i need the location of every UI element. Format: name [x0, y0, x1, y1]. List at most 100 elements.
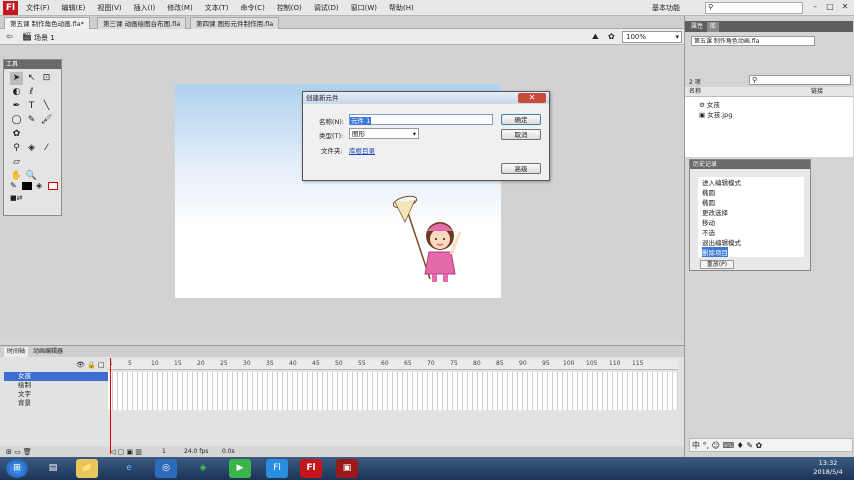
- layer-name: 绘制: [18, 381, 31, 389]
- new-layer-icon[interactable]: ⊞ ▭ 🗑: [6, 448, 32, 456]
- taskbar-app-icon[interactable]: ◈: [192, 459, 214, 478]
- free-transform-tool-icon[interactable]: ⊡: [40, 72, 53, 85]
- menu-window[interactable]: 窗口(W): [351, 3, 377, 13]
- minimize-button[interactable]: –: [808, 2, 822, 13]
- tab-doc-3[interactable]: 第四课 图形元件制作用.fla: [190, 17, 280, 29]
- taskbar-app-icon[interactable]: ▤: [42, 459, 64, 478]
- menu-help[interactable]: 帮助(H): [389, 3, 414, 13]
- tick-label: 50: [335, 360, 343, 367]
- library-root-link[interactable]: 库根目录: [349, 145, 375, 155]
- oval-tool-icon[interactable]: ◯: [10, 114, 23, 127]
- advanced-button[interactable]: 高级: [501, 163, 541, 174]
- history-item[interactable]: 椭圆: [702, 187, 715, 197]
- explorer-icon[interactable]: 📁: [76, 459, 98, 478]
- onion-skin-icon[interactable]: ◁ ▢ ▣ ▥: [110, 448, 142, 456]
- selection-tool-icon[interactable]: ➤: [10, 72, 23, 85]
- menu-debug[interactable]: 调试(D): [314, 3, 339, 13]
- 3d-rotation-tool-icon[interactable]: ◐: [10, 86, 23, 99]
- menu-command[interactable]: 命令(C): [240, 3, 264, 13]
- history-item[interactable]: 更改选择: [702, 207, 728, 217]
- flash-taskbar-icon[interactable]: Fl: [300, 459, 322, 478]
- menu-file[interactable]: 文件(F): [26, 3, 50, 13]
- frame-rate: 24.0 fps: [184, 448, 209, 455]
- ime-toolbar[interactable]: 中 °, ☺ ⌨ ♦ ✎ ✿: [689, 438, 853, 452]
- layer-row-background[interactable]: 背景: [4, 399, 108, 408]
- library-search-input[interactable]: ⚲: [749, 75, 851, 85]
- ok-button[interactable]: 确定: [501, 114, 541, 125]
- layer-visibility-icons[interactable]: 👁 🔒 □: [76, 361, 105, 369]
- cancel-button[interactable]: 取消: [501, 129, 541, 140]
- tab-doc-1[interactable]: 第五课 制作角色动画.fla*: [4, 17, 90, 29]
- menu-control[interactable]: 控制(O): [277, 3, 302, 13]
- library-file-select[interactable]: 第五课 制作角色动画.fla: [691, 36, 815, 46]
- edit-scene-icon[interactable]: ⛰: [592, 32, 599, 42]
- library-item[interactable]: ⚙ 女孩: [699, 99, 720, 109]
- history-item[interactable]: 椭圆: [702, 197, 715, 207]
- bone-tool-icon[interactable]: ⚲: [10, 142, 23, 155]
- library-list: ⚙ 女孩 ▣ 女孩.jpg: [685, 97, 853, 157]
- system-clock[interactable]: 13:32 2018/5/4: [806, 459, 850, 477]
- replay-button[interactable]: 重放(P): [700, 260, 734, 269]
- swap-colors-icon[interactable]: ■⇄: [10, 194, 22, 202]
- taskbar-app-icon[interactable]: ◎: [155, 459, 177, 478]
- tab-timeline[interactable]: 时间轴: [4, 347, 29, 357]
- stroke-color-icon[interactable]: ✎: [10, 181, 20, 191]
- frame-ruler[interactable]: 1 5 10 15 20 25 30 35 40 45 50 55 60 65 …: [108, 359, 678, 370]
- brush-tool-icon[interactable]: 🖌: [40, 114, 53, 127]
- playhead[interactable]: [110, 358, 111, 454]
- symbol-type-select[interactable]: 图形 ▾: [349, 128, 419, 139]
- layer-row-girl[interactable]: 女孩: [4, 372, 108, 381]
- search-icon: ⚲: [708, 3, 714, 11]
- menu-text[interactable]: 文本(T): [205, 3, 229, 13]
- tab-properties[interactable]: 属性: [688, 22, 706, 32]
- frame-grid[interactable]: [108, 372, 678, 410]
- menu-edit[interactable]: 编辑(E): [62, 3, 86, 13]
- close-window-button[interactable]: ✕: [838, 2, 852, 13]
- line-tool-icon[interactable]: ╲: [40, 100, 53, 113]
- eyedropper-tool-icon[interactable]: ⁄: [40, 142, 53, 155]
- girl-with-net-illustration[interactable]: [385, 194, 485, 294]
- tick-label: 110: [609, 360, 621, 367]
- history-item-selected[interactable]: 删除项目: [702, 247, 728, 257]
- library-item[interactable]: ▣ 女孩.jpg: [699, 109, 732, 119]
- tab-motion-editor[interactable]: 动画编辑器: [30, 347, 66, 357]
- stroke-color-swatch[interactable]: [22, 182, 32, 190]
- symbol-name-input[interactable]: 元件 1: [349, 114, 493, 125]
- tick-label: 60: [381, 360, 389, 367]
- lasso-tool-icon[interactable]: ℓ: [25, 86, 38, 99]
- workspace-switcher[interactable]: 基本功能: [652, 3, 680, 13]
- taskbar-app-icon[interactable]: Fl: [266, 459, 288, 478]
- edit-symbol-icon[interactable]: ✿: [608, 32, 615, 41]
- recorder-taskbar-icon[interactable]: ▣: [336, 459, 358, 478]
- fill-color-swatch[interactable]: [48, 182, 58, 190]
- layer-row-draw[interactable]: 绘制: [4, 381, 108, 390]
- start-button[interactable]: ⊞: [6, 459, 28, 478]
- zoom-select[interactable]: 100% ▾: [622, 31, 682, 43]
- help-search-input[interactable]: ⚲: [705, 2, 803, 14]
- pencil-tool-icon[interactable]: ✎: [25, 114, 38, 127]
- dialog-close-button[interactable]: ✕: [518, 93, 546, 103]
- history-item[interactable]: 不选: [702, 227, 715, 237]
- subselection-tool-icon[interactable]: ↖: [25, 72, 38, 85]
- tab-library[interactable]: 库: [707, 22, 720, 32]
- layer-row-text[interactable]: 文字: [4, 390, 108, 399]
- menu-modify[interactable]: 修改(M): [167, 3, 193, 13]
- eraser-tool-icon[interactable]: ▱: [10, 156, 23, 169]
- menu-insert[interactable]: 插入(I): [134, 3, 156, 13]
- menu-view[interactable]: 视图(V): [97, 3, 121, 13]
- pen-tool-icon[interactable]: ✒: [10, 100, 23, 113]
- tab-doc-2[interactable]: 第三课 动画绘图台布图.fla: [97, 17, 187, 29]
- maximize-button[interactable]: □: [823, 2, 837, 13]
- history-item[interactable]: 进入编辑模式: [702, 177, 741, 187]
- deco-tool-icon[interactable]: ✿: [10, 128, 23, 141]
- history-item[interactable]: 退出编辑模式: [702, 237, 741, 247]
- ie-icon[interactable]: e: [118, 459, 140, 478]
- back-arrow-icon[interactable]: ⇦: [6, 32, 13, 41]
- taskbar-app-icon[interactable]: ▶: [229, 459, 251, 478]
- type-label: 类型(T):: [319, 132, 344, 140]
- paint-bucket-tool-icon[interactable]: ◈: [25, 142, 38, 155]
- history-item[interactable]: 移动: [702, 217, 715, 227]
- tick-label: 95: [542, 360, 550, 367]
- fill-color-icon[interactable]: ◈: [36, 181, 42, 190]
- text-tool-icon[interactable]: T: [25, 100, 38, 113]
